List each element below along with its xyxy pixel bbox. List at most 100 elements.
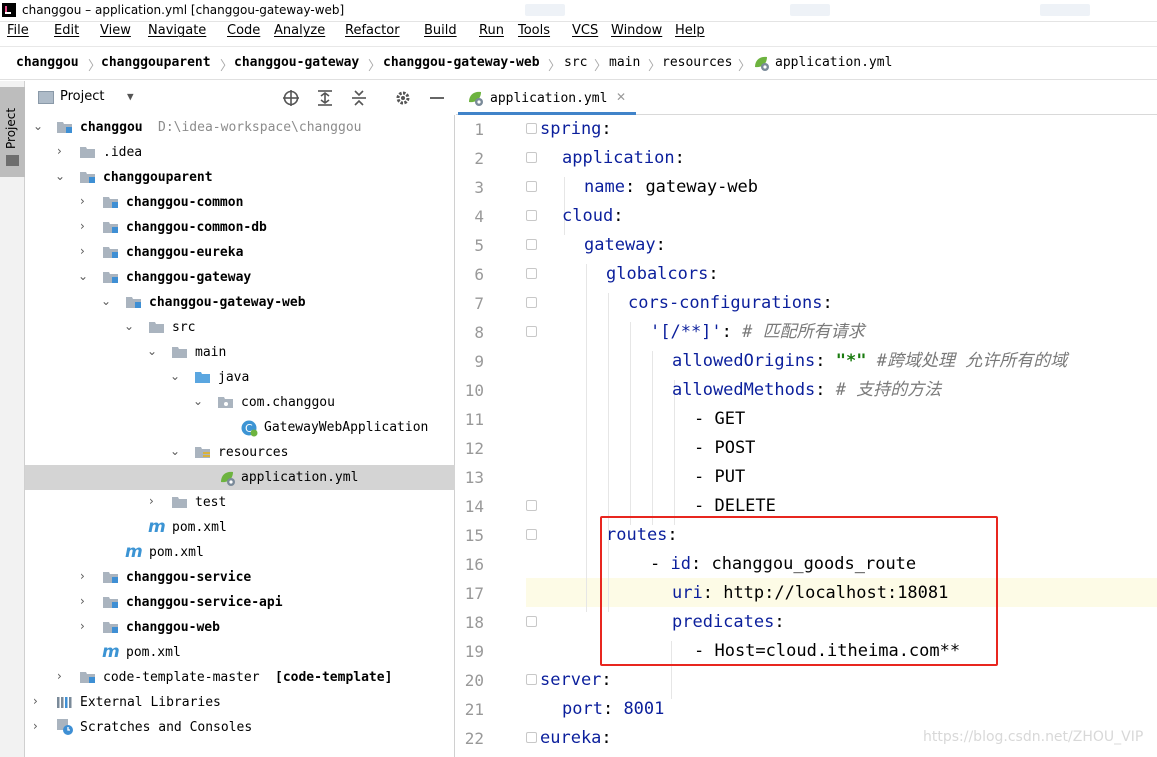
fold-marker-icon[interactable] (526, 326, 537, 337)
tree-item-pom-xml[interactable]: m pom.xml (25, 640, 455, 665)
tree-item-pom-xml[interactable]: m pom.xml (25, 515, 455, 540)
chevron-down-icon[interactable]: ⌄ (147, 344, 157, 358)
chevron-down-icon[interactable]: ⌄ (101, 294, 111, 308)
breadcrumb-main[interactable]: main (609, 55, 640, 70)
breadcrumb-changgouparent[interactable]: changgouparent (101, 55, 211, 70)
fold-marker-icon[interactable] (526, 674, 537, 685)
tree-item-resources[interactable]: ⌄ resources (25, 440, 455, 465)
chevron-right-icon[interactable]: › (149, 494, 154, 508)
chevron-down-icon[interactable]: ⌄ (170, 444, 180, 458)
fold-marker-icon[interactable] (526, 500, 537, 511)
chevron-down-icon[interactable]: ⌄ (193, 394, 203, 408)
tab-application-yml[interactable]: application.yml ✕ (458, 81, 636, 115)
code-line[interactable]: cors-configurations: (628, 289, 833, 318)
fold-marker-icon[interactable] (526, 210, 537, 221)
chevron-right-icon[interactable]: › (80, 569, 85, 583)
tree-item-changgou-web[interactable]: › changgou-web (25, 615, 455, 640)
code-line[interactable]: allowedMethods: # 支持的方法 (672, 376, 941, 405)
close-icon[interactable]: ✕ (616, 90, 626, 104)
chevron-down-icon[interactable]: ⌄ (124, 319, 134, 333)
chevron-right-icon[interactable]: › (33, 694, 38, 708)
chevron-down-icon[interactable]: ⌄ (55, 169, 65, 183)
gear-icon[interactable] (394, 89, 412, 107)
breadcrumb-changgou-gateway[interactable]: changgou-gateway (234, 55, 359, 70)
tree-item-external-libraries[interactable]: › External Libraries (25, 690, 455, 715)
chevron-down-icon[interactable]: ⌄ (78, 269, 88, 283)
code-line[interactable]: - PUT (694, 463, 745, 492)
code-line[interactable]: port: 8001 (562, 695, 664, 724)
chevron-down-icon[interactable]: ▼ (127, 90, 134, 103)
code-line[interactable]: - POST (694, 434, 755, 463)
tree-item-changgou-service[interactable]: › changgou-service (25, 565, 455, 590)
code-line[interactable]: gateway: (584, 231, 666, 260)
tree-item-test[interactable]: › test (25, 490, 455, 515)
menu-run[interactable]: Run (479, 23, 504, 38)
tree-item-java[interactable]: ⌄ java (25, 365, 455, 390)
code-line[interactable]: eureka: (540, 724, 612, 753)
tree-item-scratches[interactable]: › Scratches and Consoles (25, 715, 455, 740)
code-line[interactable]: - GET (694, 405, 745, 434)
tree-item-changgou-common[interactable]: › changgou-common (25, 190, 455, 215)
menu-file[interactable]: File (7, 23, 29, 38)
tree-item-changgou[interactable]: ⌄ changgou D:\idea-workspace\changgou (25, 115, 455, 140)
tree-item-com-changgou[interactable]: ⌄ com.changgou (25, 390, 455, 415)
menu-edit[interactable]: Edit (54, 23, 79, 38)
tree-item-gatewaywebapplication[interactable]: C GatewayWebApplication (25, 415, 455, 440)
tree-item-changgou-gateway[interactable]: ⌄ changgou-gateway (25, 265, 455, 290)
tree-item-changgou-common-db[interactable]: › changgou-common-db (25, 215, 455, 240)
menu-tools[interactable]: Tools (518, 23, 550, 38)
project-panel-title[interactable]: Project (60, 89, 104, 104)
fold-marker-icon[interactable] (526, 616, 537, 627)
fold-marker-icon[interactable] (526, 152, 537, 163)
code-line[interactable]: name: gateway-web (584, 173, 758, 202)
fold-marker-icon[interactable] (526, 297, 537, 308)
code-line[interactable]: application: (562, 144, 685, 173)
locate-icon[interactable] (282, 89, 300, 107)
menu-analyze[interactable]: Analyze (274, 23, 325, 38)
code-line[interactable]: server: (540, 666, 612, 695)
fold-marker-icon[interactable] (526, 268, 537, 279)
tree-item-src[interactable]: ⌄ src (25, 315, 455, 340)
tree-item-pom-xml[interactable]: m pom.xml (25, 540, 455, 565)
menu-window[interactable]: Window (611, 23, 662, 38)
menu-code[interactable]: Code (227, 23, 260, 38)
breadcrumb-changgou[interactable]: changgou (16, 55, 79, 70)
chevron-right-icon[interactable]: › (80, 194, 85, 208)
tree-item-application-yml[interactable]: application.yml (25, 465, 455, 490)
tree-item-changgouparent[interactable]: ⌄ changgouparent (25, 165, 455, 190)
chevron-down-icon[interactable]: ⌄ (170, 369, 180, 383)
code-line[interactable]: '[/**]': # 匹配所有请求 (650, 318, 865, 347)
code-line[interactable]: globalcors: (606, 260, 719, 289)
breadcrumb-changgou-gateway-web[interactable]: changgou-gateway-web (383, 55, 540, 70)
minimize-icon[interactable] (428, 89, 446, 107)
fold-marker-icon[interactable] (526, 529, 537, 540)
code-line[interactable]: cloud: (562, 202, 623, 231)
menu-refactor[interactable]: Refactor (345, 23, 400, 38)
fold-marker-icon[interactable] (526, 123, 537, 134)
chevron-right-icon[interactable]: › (33, 719, 38, 733)
menu-navigate[interactable]: Navigate (148, 23, 206, 38)
project-tool-tab[interactable]: Project (0, 87, 25, 177)
breadcrumb-resources[interactable]: resources (662, 55, 732, 70)
code-line[interactable]: spring: (540, 115, 612, 144)
fold-marker-icon[interactable] (526, 239, 537, 250)
chevron-down-icon[interactable]: ⌄ (33, 119, 43, 133)
tree-item-idea[interactable]: › .idea (25, 140, 455, 165)
tree-item-changgou-service-api[interactable]: › changgou-service-api (25, 590, 455, 615)
code-line[interactable]: allowedOrigins: "*" #跨域处理 允许所有的域 (672, 347, 1067, 376)
breadcrumb-src[interactable]: src (564, 55, 587, 70)
expand-all-icon[interactable] (316, 89, 334, 107)
collapse-all-icon[interactable] (350, 89, 368, 107)
menu-vcs[interactable]: VCS (572, 23, 598, 38)
tree-item-changgou-gateway-web[interactable]: ⌄ changgou-gateway-web (25, 290, 455, 315)
chevron-right-icon[interactable]: › (80, 219, 85, 233)
chevron-right-icon[interactable]: › (80, 594, 85, 608)
chevron-right-icon[interactable]: › (80, 619, 85, 633)
menu-view[interactable]: View (100, 23, 131, 38)
fold-marker-icon[interactable] (526, 181, 537, 192)
breadcrumb-application-yml[interactable]: application.yml (775, 55, 892, 70)
menu-build[interactable]: Build (424, 23, 457, 38)
chevron-right-icon[interactable]: › (80, 244, 85, 258)
tree-item-changgou-eureka[interactable]: › changgou-eureka (25, 240, 455, 265)
tree-item-code-template-master[interactable]: › code-template-master [code-template] (25, 665, 455, 690)
